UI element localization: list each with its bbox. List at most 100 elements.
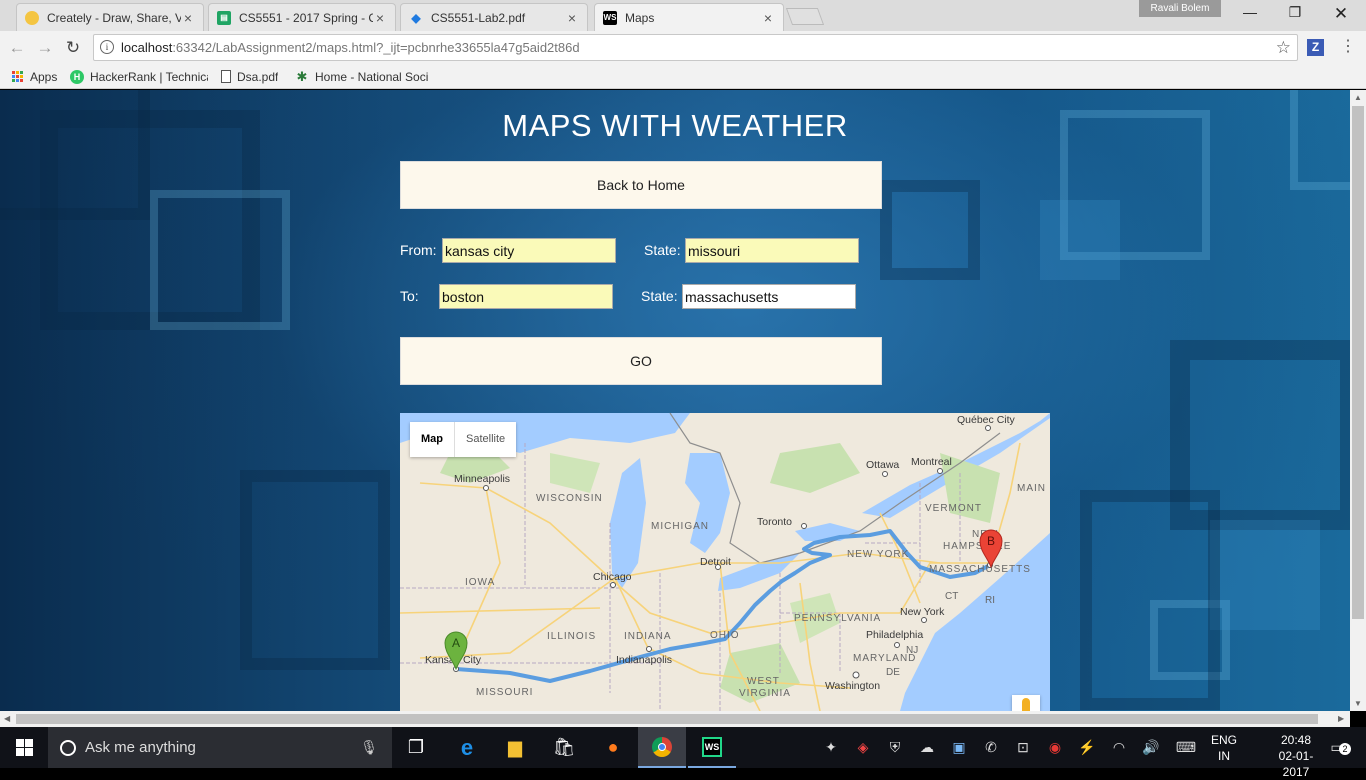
- vertical-scrollbar[interactable]: ▲ ▼: [1350, 90, 1366, 711]
- edge-icon[interactable]: e: [443, 727, 491, 768]
- tab-maps[interactable]: WS Maps ×: [594, 3, 784, 31]
- tab-creately[interactable]: Creately - Draw, Share, V ×: [16, 3, 204, 31]
- vertical-scroll-thumb[interactable]: [1352, 106, 1364, 619]
- wifi-icon[interactable]: ◠: [1108, 727, 1130, 768]
- zotero-extension-icon[interactable]: Z: [1307, 39, 1324, 56]
- input-language[interactable]: ENG IN: [1208, 732, 1240, 764]
- scroll-left-icon[interactable]: ◀: [4, 714, 10, 723]
- label-iowa: IOWA: [465, 577, 495, 588]
- label-de: DE: [886, 667, 900, 678]
- scroll-right-icon[interactable]: ▶: [1338, 714, 1344, 723]
- task-view-icon[interactable]: ❐: [392, 727, 440, 768]
- reload-icon[interactable]: ↻: [62, 37, 84, 59]
- tab-title: CS5551 - 2017 Spring - C: [239, 10, 373, 25]
- pegman-street-view-icon[interactable]: [1012, 695, 1040, 711]
- label-indianapolis: Indianapolis: [616, 654, 672, 666]
- close-icon[interactable]: ×: [761, 10, 775, 26]
- bookmark-hackerrank[interactable]: H HackerRank | Technica: [70, 68, 208, 85]
- map-type-map-button[interactable]: Map: [410, 422, 455, 457]
- from-state-input[interactable]: [685, 238, 859, 263]
- forward-icon[interactable]: →: [34, 37, 56, 59]
- label-wisconsin: WISCONSIN: [536, 493, 603, 504]
- cortana-search-box[interactable]: Ask me anything 🎙: [48, 727, 392, 768]
- marker-b[interactable]: B: [979, 529, 1003, 569]
- keyboard-icon[interactable]: ⌨: [1174, 727, 1198, 768]
- to-city-input[interactable]: [439, 284, 613, 309]
- route-map[interactable]: Québec City Ottawa Montreal MAIN Minneap…: [400, 413, 1050, 711]
- chrome-icon[interactable]: [638, 727, 686, 768]
- bookmark-label: Apps: [30, 69, 58, 84]
- bookmark-dsa-pdf[interactable]: Dsa.pdf: [221, 68, 278, 85]
- label-ct: CT: [945, 591, 958, 602]
- bg-square: [1210, 520, 1320, 630]
- label-indiana: INDIANA: [624, 631, 672, 642]
- scroll-down-icon[interactable]: ▼: [1354, 699, 1362, 708]
- volume-icon[interactable]: 🔊: [1140, 727, 1162, 768]
- label-quebec-city: Québec City: [957, 414, 1016, 426]
- info-icon[interactable]: i: [100, 40, 114, 54]
- antivirus-tray-icon[interactable]: ◉: [1044, 727, 1066, 768]
- bg-square: [1040, 200, 1120, 280]
- back-to-home-button[interactable]: Back to Home: [400, 161, 882, 209]
- tab-cs5551-sheet[interactable]: ▤ CS5551 - 2017 Spring - C ×: [208, 3, 396, 31]
- firefox-icon[interactable]: ●: [589, 727, 637, 768]
- label-illinois: ILLINOIS: [547, 631, 596, 642]
- horizontal-scroll-thumb[interactable]: [16, 714, 1318, 724]
- bg-square: [150, 190, 290, 330]
- action-center-icon[interactable]: ▭ 2: [1322, 727, 1352, 768]
- cloud-tray-icon[interactable]: ☁: [916, 727, 938, 768]
- telephony-tray-icon[interactable]: ✆: [980, 727, 1002, 768]
- scroll-up-icon[interactable]: ▲: [1354, 93, 1362, 102]
- clock-date: 02-01-2017: [1278, 749, 1314, 779]
- park-area: [770, 443, 860, 493]
- apps-grid-icon: [10, 70, 24, 84]
- to-label: To:: [400, 288, 419, 304]
- label-new-york-state: NEW YORK: [847, 549, 909, 560]
- horizontal-scrollbar[interactable]: ◀ ▶: [0, 711, 1350, 727]
- store-icon[interactable]: 🛍: [540, 727, 588, 768]
- bookmark-label: Dsa.pdf: [237, 69, 279, 84]
- new-tab-button[interactable]: [785, 8, 825, 25]
- close-icon[interactable]: ×: [181, 10, 195, 26]
- lake-huron: [685, 453, 730, 553]
- label-michigan: MICHIGAN: [651, 521, 709, 532]
- from-city-input[interactable]: [442, 238, 616, 263]
- back-icon[interactable]: ←: [6, 37, 28, 59]
- menu-icon[interactable]: ⋮: [1340, 36, 1356, 56]
- restore-icon[interactable]: ❐: [1272, 4, 1318, 26]
- to-state-input[interactable]: [682, 284, 856, 309]
- label-chicago: Chicago: [593, 571, 632, 583]
- lake-michigan: [610, 458, 646, 588]
- label-ri: RI: [985, 595, 995, 606]
- address-bar[interactable]: i localhost:63342/LabAssignment2/maps.ht…: [93, 34, 1298, 61]
- microphone-icon[interactable]: 🎙: [360, 739, 378, 756]
- power-tray-icon[interactable]: ⚡: [1076, 727, 1098, 768]
- start-button[interactable]: [0, 727, 48, 768]
- bookmark-apps[interactable]: Apps: [10, 68, 57, 85]
- go-button[interactable]: GO: [400, 337, 882, 385]
- map-type-satellite-button[interactable]: Satellite: [455, 422, 516, 457]
- dropbox-icon: ◆: [411, 10, 421, 25]
- region-code: IN: [1218, 749, 1230, 763]
- dropbox-tray-icon[interactable]: ✦: [822, 727, 840, 768]
- profile-badge[interactable]: Ravali Bolem: [1139, 0, 1221, 17]
- tray-app-icon[interactable]: ◈: [852, 727, 874, 768]
- window-tray-icon[interactable]: ▣: [948, 727, 970, 768]
- notification-count: 2: [1339, 743, 1351, 755]
- label-missouri: MISSOURI: [476, 687, 533, 698]
- system-clock[interactable]: 20:48 02-01-2017: [1268, 732, 1324, 780]
- file-explorer-icon[interactable]: ▆: [491, 727, 539, 768]
- close-icon[interactable]: ×: [373, 10, 387, 26]
- lock-tray-icon[interactable]: ⊡: [1012, 727, 1034, 768]
- cortana-icon: [60, 739, 76, 756]
- shield-tray-icon[interactable]: ⛨: [884, 727, 906, 768]
- bookmark-star-icon[interactable]: ☆: [1276, 38, 1291, 58]
- tab-lab2-pdf[interactable]: ◆ CS5551-Lab2.pdf ×: [400, 3, 588, 31]
- minimize-icon[interactable]: —: [1227, 4, 1273, 26]
- label-vermont: VERMONT: [925, 503, 982, 514]
- bookmarks-bar: Apps H HackerRank | Technica Dsa.pdf ✱ H…: [0, 64, 1366, 89]
- close-icon[interactable]: ×: [565, 10, 579, 26]
- bookmark-national-society[interactable]: ✱ Home - National Soci: [295, 68, 431, 85]
- webstorm-taskbar-icon[interactable]: WS: [688, 727, 736, 768]
- close-window-icon[interactable]: ✕: [1318, 4, 1364, 26]
